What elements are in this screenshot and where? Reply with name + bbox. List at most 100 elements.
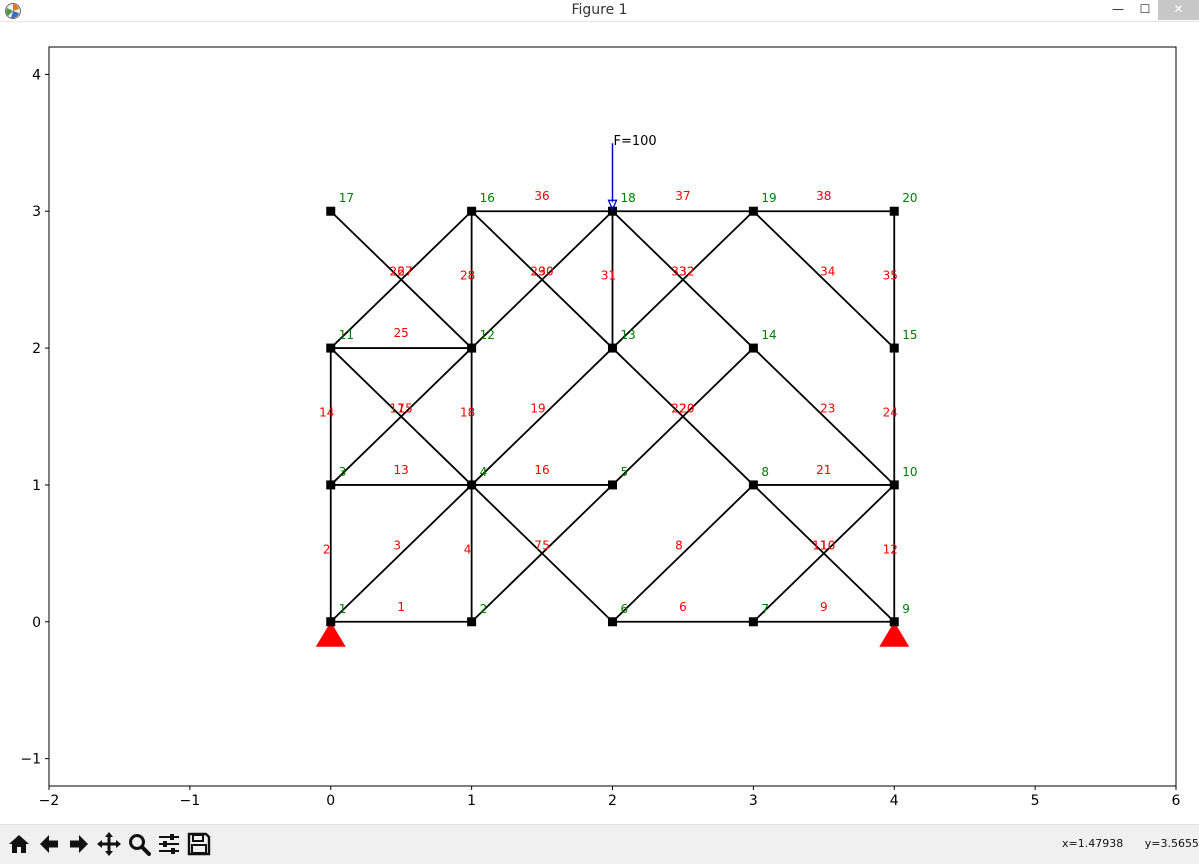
- figure-canvas[interactable]: 1 2 3 4 5 6 7 8 9 10 11 12 13 14 15 16 17 18 19 20 12345678…: [0, 22, 1199, 824]
- back-button[interactable]: [34, 829, 63, 858]
- node-label: 13: [621, 328, 636, 342]
- node-label: 8: [761, 465, 769, 479]
- node-label: 12: [480, 328, 495, 342]
- truss-node[interactable]: [326, 617, 336, 627]
- node-label: 19: [761, 191, 776, 205]
- member-label: 28: [460, 269, 475, 283]
- member-label: 4: [464, 542, 472, 556]
- truss-node[interactable]: [467, 480, 477, 490]
- move-icon: [96, 831, 121, 856]
- node-label: 14: [761, 328, 776, 342]
- x-tick-label: 5: [1031, 793, 1040, 809]
- member-label: 17: [390, 402, 405, 416]
- member-label: 30: [538, 265, 553, 279]
- x-coordinate-readout: x=1.47938: [1062, 837, 1124, 850]
- configure-subplots-button[interactable]: [154, 829, 183, 858]
- y-coordinate-readout: y=3.5655: [1144, 837, 1199, 850]
- cursor-coordinates: x=1.47938 y=3.5655: [1020, 837, 1199, 850]
- member-label: 8: [675, 538, 683, 552]
- node-label: 11: [339, 328, 354, 342]
- x-tick-label: 1: [467, 793, 476, 809]
- floppy-disk-icon: [187, 832, 210, 855]
- pan-button[interactable]: [94, 829, 123, 858]
- x-tick-label: 4: [890, 793, 899, 809]
- node-label: 1: [339, 602, 347, 616]
- member-label: 5: [542, 538, 550, 552]
- home-icon: [8, 834, 29, 853]
- truss-node[interactable]: [608, 343, 617, 353]
- node-label: 16: [480, 191, 495, 205]
- truss-node[interactable]: [748, 343, 758, 353]
- node-label: 10: [902, 465, 917, 479]
- member-label: 25: [394, 326, 409, 340]
- truss-node[interactable]: [467, 343, 477, 353]
- member-label: 27: [398, 265, 413, 279]
- member-label: 18: [460, 406, 475, 420]
- truss-node[interactable]: [748, 206, 758, 216]
- member-label: 31: [601, 269, 616, 283]
- figure-window: Figure 1 — ☐ ✕ 1 2 3 4 5 6 7 8 9 10 11 12 13 14 15 16 17…: [0, 0, 1199, 864]
- member-label: 7: [534, 538, 542, 552]
- node-label: 18: [621, 191, 636, 205]
- window-title: Figure 1: [571, 2, 628, 18]
- navigation-toolbar: x=1.47938 y=3.5655: [0, 824, 1199, 864]
- member-label: 14: [319, 406, 334, 420]
- y-tick-label: 1: [32, 478, 41, 494]
- y-tick-label: 2: [32, 341, 41, 357]
- member-label: 21: [816, 463, 831, 477]
- truss-node[interactable]: [608, 480, 617, 490]
- truss-node[interactable]: [748, 480, 758, 490]
- member-label: 1: [397, 600, 405, 614]
- x-tick-label: −1: [180, 793, 201, 809]
- home-button[interactable]: [4, 829, 33, 858]
- x-tick-label: 3: [749, 793, 758, 809]
- x-tick-label: 6: [1172, 793, 1181, 809]
- member-label: 36: [534, 189, 549, 203]
- minimize-button[interactable]: —: [1104, 0, 1132, 20]
- node-label: 17: [339, 191, 354, 205]
- node-label: 15: [902, 328, 917, 342]
- member-label: 24: [883, 406, 898, 420]
- forward-button[interactable]: [64, 829, 93, 858]
- node-label: 9: [902, 602, 910, 616]
- y-tick-label: 0: [32, 615, 41, 631]
- load-label: F=100: [614, 134, 657, 149]
- node-label: 2: [480, 602, 488, 616]
- member-label: 22: [671, 402, 686, 416]
- truss-node[interactable]: [748, 617, 758, 627]
- truss-node[interactable]: [889, 480, 899, 490]
- title-bar[interactable]: Figure 1 — ☐ ✕: [0, 0, 1199, 22]
- member-label: 19: [530, 402, 545, 416]
- truss-node[interactable]: [467, 206, 477, 216]
- member-label: 33: [671, 265, 686, 279]
- member-label: 38: [816, 189, 831, 203]
- member-label: 12: [883, 542, 898, 556]
- node-label: 5: [621, 465, 629, 479]
- truss-node[interactable]: [467, 617, 477, 627]
- y-tick-label: 4: [32, 67, 41, 83]
- member-label: 9: [820, 600, 828, 614]
- arrow-left-icon: [39, 834, 58, 853]
- sliders-icon: [158, 833, 179, 854]
- truss-plot[interactable]: 1 23 4 56 7891011 12 13 14 151617 18 19 20 12 3 4 567 8…: [0, 22, 1199, 824]
- truss-node[interactable]: [889, 343, 899, 353]
- member-label: 13: [394, 463, 409, 477]
- arrow-right-icon: [69, 834, 88, 853]
- member-label: 6: [679, 600, 687, 614]
- truss-node[interactable]: [326, 480, 336, 490]
- node-label: 20: [902, 191, 917, 205]
- member-label: 3: [393, 538, 401, 552]
- truss-node[interactable]: [608, 617, 617, 627]
- y-tick-label: −1: [20, 752, 41, 768]
- member-label: 2: [323, 542, 331, 556]
- close-button[interactable]: ✕: [1158, 0, 1199, 20]
- x-tick-label: 0: [326, 793, 335, 809]
- member-label: 23: [820, 402, 835, 416]
- maximize-button[interactable]: ☐: [1131, 0, 1159, 20]
- truss-node[interactable]: [326, 206, 336, 216]
- truss-node[interactable]: [889, 617, 899, 627]
- zoom-button[interactable]: [124, 829, 153, 858]
- save-button[interactable]: [184, 829, 213, 858]
- truss-node[interactable]: [889, 206, 899, 216]
- truss-node[interactable]: [326, 343, 336, 353]
